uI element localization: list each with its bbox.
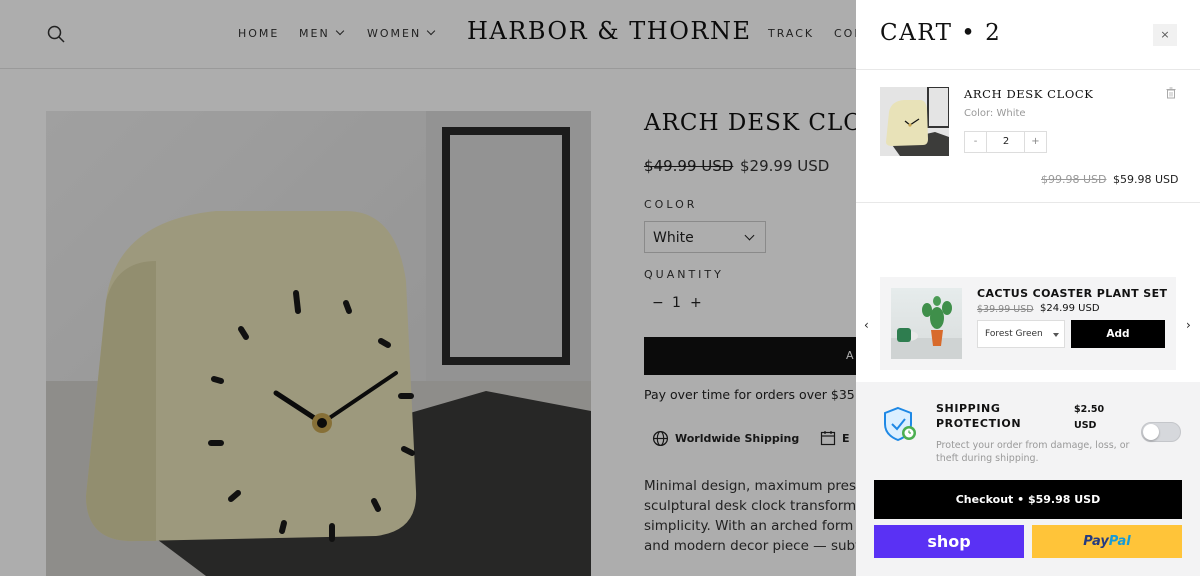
- paypal-logo-part: Pay: [1083, 534, 1109, 549]
- divider: [856, 69, 1200, 70]
- upsell-variant-value: Forest Green: [985, 329, 1043, 339]
- quantity-input[interactable]: 2: [987, 132, 1025, 152]
- paypal-button[interactable]: PayPal: [1032, 525, 1182, 558]
- toggle-knob: [1143, 424, 1159, 440]
- close-cart-button[interactable]: ×: [1153, 24, 1177, 46]
- shipping-protection-description: Protect your order from damage, loss, or…: [936, 440, 1130, 464]
- cart-footer: SHIPPING PROTECTION $2.50 USD Protect yo…: [856, 382, 1200, 576]
- upsell-prev-arrow[interactable]: ‹: [864, 318, 869, 332]
- shipping-protection-title: SHIPPING PROTECTION: [936, 402, 1022, 430]
- shield-icon: [884, 406, 916, 442]
- divider: [856, 202, 1200, 203]
- increase-quantity-button[interactable]: +: [1024, 132, 1046, 152]
- upsell-next-arrow[interactable]: ›: [1186, 318, 1191, 332]
- upsell-variant-select[interactable]: Forest Green: [977, 320, 1065, 348]
- upsell-product-name[interactable]: CACTUS COASTER PLANT SET: [977, 287, 1167, 300]
- cart-item-variant: Color: White: [964, 108, 1026, 119]
- upsell-price: $24.99 USD: [1040, 303, 1100, 314]
- caret-down-icon: [1053, 333, 1059, 337]
- trash-icon[interactable]: [1165, 87, 1177, 99]
- desk-clock-thumbnail: [880, 87, 949, 156]
- cart-item-compare-price: $99.98 USD: [1041, 173, 1107, 186]
- upsell-product-image[interactable]: [891, 288, 962, 359]
- shop-pay-button[interactable]: shop: [874, 525, 1024, 558]
- cart-drawer: CART • 2 × ARCH DESK CLOCK Color: White …: [856, 0, 1200, 576]
- shipping-protection-toggle[interactable]: [1141, 422, 1181, 442]
- upsell-card: CACTUS COASTER PLANT SET $39.99 USD $24.…: [880, 277, 1176, 370]
- close-icon: ×: [1160, 28, 1170, 41]
- drawer-backdrop[interactable]: [0, 0, 856, 576]
- cart-item-quantity-stepper: - 2 +: [964, 131, 1047, 153]
- cart-item-name[interactable]: ARCH DESK CLOCK: [964, 87, 1093, 101]
- upsell-compare-price: $39.99 USD: [977, 304, 1034, 315]
- cactus-illustration: [891, 296, 962, 359]
- cart-item-price: $59.98 USD: [1113, 173, 1179, 186]
- paypal-logo-part: Pal: [1108, 534, 1131, 549]
- shipping-protection-price: $2.50 USD: [1074, 404, 1105, 431]
- upsell-add-button[interactable]: Add: [1071, 320, 1165, 348]
- decrease-quantity-button[interactable]: -: [965, 132, 987, 152]
- cart-title: CART • 2: [880, 20, 1002, 46]
- checkout-button[interactable]: Checkout • $59.98 USD: [874, 480, 1182, 519]
- cart-item-image[interactable]: [880, 87, 949, 156]
